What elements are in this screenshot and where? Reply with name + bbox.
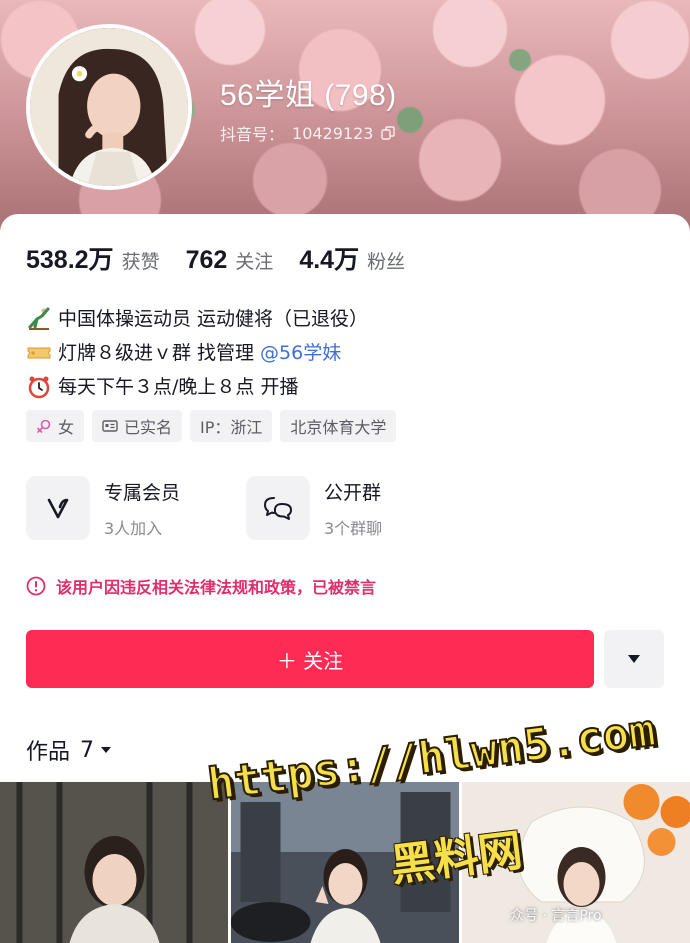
- female-icon: [37, 419, 51, 433]
- stat-value: 538.2万: [26, 246, 114, 274]
- tag-label: 北京体育大学: [290, 418, 387, 437]
- id-card-icon: [102, 420, 118, 432]
- profile-card: 538.2万 获赞 762 关注 4.4万 粉丝 中国体操运动员 运动健将（已退…: [0, 214, 690, 943]
- douyin-id-row: 抖音号： 10429123: [220, 121, 396, 145]
- ban-notice: 该用户因违反相关法律法规和政策，已被禁言: [26, 574, 376, 598]
- feature-title: 专属会员: [104, 481, 181, 504]
- bio-line: 灯牌８级进ｖ群 找管理 @56学妹: [26, 336, 368, 370]
- tag-label: 已实名: [124, 418, 173, 437]
- tag-label: IP：浙江: [200, 418, 263, 437]
- public-group-entry[interactable]: 公开群 3个群聊: [246, 476, 436, 540]
- bio-text: 每天下午３点/晚上８点 开播: [58, 376, 299, 398]
- works-label: 作品: [26, 740, 71, 765]
- video-cover: [0, 782, 228, 943]
- douyin-id-value: 10429123: [292, 123, 374, 143]
- feature-subtitle: 3个群聊: [324, 518, 383, 538]
- more-options-button[interactable]: [604, 630, 664, 688]
- bio-line: 每天下午３点/晚上８点 开播: [26, 370, 368, 404]
- bio-text: 中国体操运动员 运动健将（已退役）: [58, 308, 369, 330]
- group-chat-icon: [246, 476, 310, 540]
- warning-icon: [26, 576, 46, 596]
- tag-ip: IP：浙江: [190, 410, 273, 442]
- stat-label: 粉丝: [367, 251, 406, 273]
- tag-verified[interactable]: 已实名: [92, 410, 183, 442]
- feature-entries: 专属会员 3人加入 公开群 3个群聊: [26, 476, 436, 540]
- ticket-icon: [26, 340, 52, 366]
- tag-school[interactable]: 北京体育大学: [280, 410, 397, 442]
- watermark-credit: 众号 · 言言Pro: [510, 908, 602, 924]
- stat-followers[interactable]: 4.4万 粉丝: [299, 240, 405, 276]
- douyin-id-label: 抖音号：: [220, 125, 285, 144]
- tag-label: 女: [58, 418, 75, 437]
- follow-button[interactable]: ＋ 关注: [26, 630, 594, 688]
- stat-label: 关注: [235, 251, 274, 273]
- nickname: 56学姐 (798): [220, 79, 397, 112]
- gymnast-icon: [26, 306, 52, 332]
- copy-icon[interactable]: [381, 126, 396, 140]
- dropdown-triangle-icon: [628, 655, 640, 663]
- tab-works[interactable]: 作品 7: [26, 734, 112, 766]
- stat-value: 762: [185, 246, 228, 274]
- bio: 中国体操运动员 运动健将（已退役） 灯牌８级进ｖ群 找管理 @56学妹 每天下午…: [26, 302, 368, 404]
- mention-link[interactable]: @56学妹: [260, 336, 341, 370]
- avatar-photo: [30, 28, 188, 186]
- stat-likes[interactable]: 538.2万 获赞: [26, 240, 160, 276]
- stat-label: 获赞: [121, 251, 160, 273]
- feature-subtitle: 3人加入: [104, 518, 163, 538]
- exclusive-membership-entry[interactable]: 专属会员 3人加入: [26, 476, 216, 540]
- works-count: 7: [80, 737, 95, 763]
- bio-line: 中国体操运动员 运动健将（已退役）: [26, 302, 368, 336]
- stat-following[interactable]: 762 关注: [186, 246, 274, 275]
- bio-text: 灯牌８级进ｖ群 找管理: [58, 342, 255, 364]
- ban-notice-text: 该用户因违反相关法律法规和政策，已被禁言: [56, 578, 377, 597]
- stat-value: 4.4万: [299, 246, 360, 274]
- tag-gender: 女: [26, 410, 85, 442]
- stats-row: 538.2万 获赞 762 关注 4.4万 粉丝: [26, 240, 431, 276]
- feature-title: 公开群: [324, 481, 382, 504]
- work-thumbnail[interactable]: [0, 782, 228, 943]
- avatar[interactable]: [26, 24, 192, 190]
- membership-icon: [26, 476, 90, 540]
- profile-tags: 女 已实名 IP：浙江 北京体育大学: [26, 410, 397, 442]
- chevron-down-icon: [101, 747, 112, 753]
- alarm-clock-icon: [26, 374, 52, 400]
